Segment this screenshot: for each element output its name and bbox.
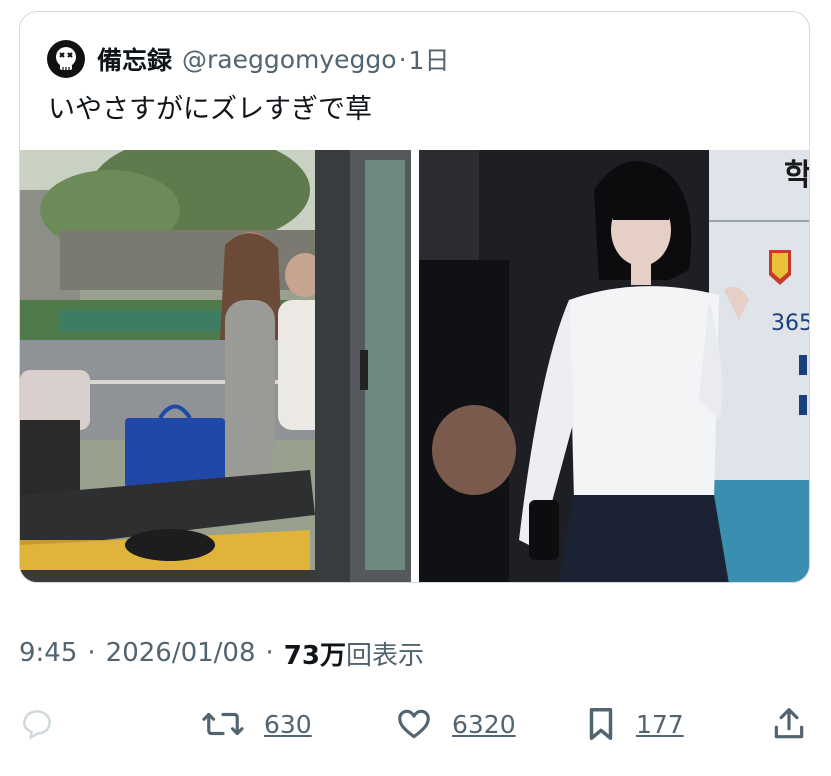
meta-separator: · (265, 638, 274, 668)
heart-icon (394, 705, 434, 743)
tweet-time[interactable]: 9:45 (19, 638, 77, 668)
views-count: 73万 (283, 640, 346, 671)
tweet-meta: 9:45 · 2026/01/08 · 73万 回表示 (19, 636, 424, 671)
views-label: 回表示 (345, 640, 424, 671)
photo-smiling-woman[interactable]: 학 365 (419, 150, 810, 582)
skull-icon (56, 47, 76, 70)
quoted-tweet-text: いやさすがにズレすぎで草 (48, 94, 372, 125)
header-separator: · (398, 44, 407, 74)
tweet-action-bar: 630 6320 177 (0, 700, 831, 748)
share-button[interactable] (770, 700, 808, 748)
share-icon (770, 705, 808, 743)
retweet-button[interactable]: 630 (200, 700, 312, 748)
retweet-count[interactable]: 630 (264, 710, 312, 739)
svg-text:365: 365 (771, 311, 810, 336)
reply-icon (18, 705, 56, 743)
bookmark-count[interactable]: 177 (636, 710, 684, 739)
quoted-tweet-header: 備忘録 @raeggomyeggo · 1日 (47, 40, 450, 78)
like-button[interactable]: 6320 (394, 700, 516, 748)
media-grid: 학 365 (20, 150, 810, 582)
quoted-display-name[interactable]: 備忘録 (97, 41, 172, 77)
svg-text:학: 학 (784, 158, 810, 193)
tweet-date[interactable]: 2026/01/08 (106, 638, 256, 668)
bookmark-icon (584, 705, 618, 743)
reply-button[interactable] (18, 700, 56, 748)
meta-separator: · (87, 638, 96, 668)
tweet-detail: 備忘録 @raeggomyeggo · 1日 いやさすがにズレすぎで草 학 36… (0, 0, 831, 776)
photo-bus-stop[interactable] (20, 150, 411, 582)
avatar[interactable] (47, 40, 85, 78)
quoted-handle[interactable]: @raeggomyeggo (182, 45, 397, 74)
retweet-icon (200, 705, 246, 743)
quoted-tweet-card[interactable]: 備忘録 @raeggomyeggo · 1日 いやさすがにズレすぎで草 학 36… (19, 11, 810, 583)
quoted-time[interactable]: 1日 (409, 41, 450, 77)
bookmark-button[interactable]: 177 (584, 700, 684, 748)
like-count[interactable]: 6320 (452, 710, 516, 739)
